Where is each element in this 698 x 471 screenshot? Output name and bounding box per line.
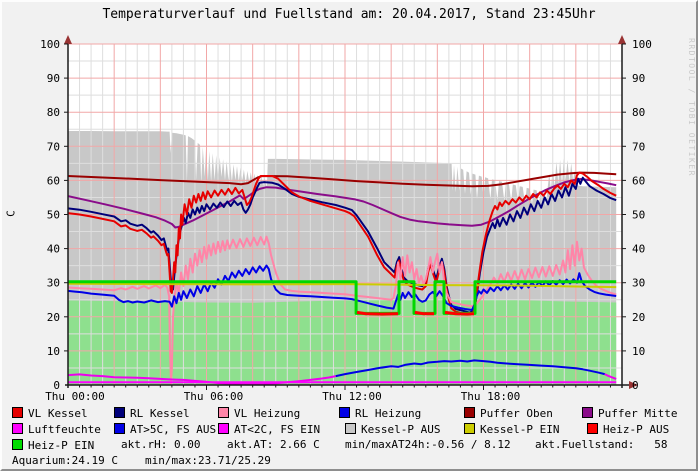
y-axis-label-left: 30: [47, 277, 60, 290]
y-axis-label-left: 90: [47, 72, 60, 85]
series-heiz-p-aus: [357, 312, 474, 314]
legend-label: Heiz-P AUS: [603, 423, 669, 436]
y-axis-left-arrow-icon: [64, 35, 72, 44]
legend-item: Puffer Mitte: [582, 406, 677, 419]
legend-label: Kessel-P EIN: [480, 423, 559, 436]
legend-item: Heiz-P AUS: [587, 422, 669, 435]
legend-item: Heiz-P EIN: [12, 438, 94, 451]
legend-item: Kessel-P EIN: [464, 422, 559, 435]
y-axis-label-right: 30: [632, 277, 645, 290]
legend-swatch-icon: [12, 407, 23, 418]
legend-swatch-icon: [114, 407, 125, 418]
legend-label: VL Kessel: [28, 407, 88, 420]
legend-swatch-icon: [345, 423, 356, 434]
area-aquarium: [68, 299, 616, 385]
x-axis-label: Thu 00:00: [45, 390, 105, 403]
legend-label: akt.Fuellstand: 58: [535, 438, 667, 451]
y-axis-label-left: 10: [47, 345, 60, 358]
legend-swatch-icon: [339, 407, 350, 418]
y-axis-label-right: 0: [632, 379, 639, 392]
legend-label: min/max:23.71/25.29: [145, 454, 271, 467]
legend-swatch-icon: [582, 407, 593, 418]
y-axis-label-left: 80: [47, 106, 60, 119]
y-axis-label-right: 60: [632, 174, 645, 187]
legend-item: Puffer Oben: [464, 406, 553, 419]
legend-stat: akt.rH: 0.00: [121, 438, 200, 451]
legend-item: VL Heizung: [218, 406, 300, 419]
legend-label: RL Kessel: [130, 407, 190, 420]
legend-item: Kessel-P AUS: [345, 422, 440, 435]
legend-swatch-icon: [464, 423, 475, 434]
legend-stat: min/maxAT24h:-0.56 / 8.12: [345, 438, 511, 451]
y-axis-label-left: 70: [47, 140, 60, 153]
legend-label: Puffer Oben: [480, 407, 553, 420]
y-axis-label-left: 50: [47, 209, 60, 222]
legend-swatch-icon: [587, 423, 598, 434]
legend-label: min/maxAT24h:-0.56 / 8.12: [345, 438, 511, 451]
legend-item: Luftfeuchte: [12, 422, 101, 435]
legend-item: AT>5C, FS AUS: [114, 422, 216, 435]
rrdtool-graph: Temperaturverlauf und Fuellstand am: 20.…: [0, 0, 698, 471]
y-axis-label-left: 20: [47, 311, 60, 324]
y-axis-label-right: 40: [632, 243, 645, 256]
y-axis-label-left: 40: [47, 243, 60, 256]
legend-swatch-icon: [12, 423, 23, 434]
legend-stat: Aquarium:24.19 C: [12, 454, 118, 467]
legend-item: RL Kessel: [114, 406, 190, 419]
y-axis-right-arrow-icon: [618, 35, 626, 44]
y-axis-label-left: 60: [47, 174, 60, 187]
legend-swatch-icon: [114, 423, 125, 434]
legend-label: VL Heizung: [234, 407, 300, 420]
legend-label: Aquarium:24.19 C: [12, 454, 118, 467]
y-axis-label-right: 80: [632, 106, 645, 119]
x-axis-label: Thu 12:00: [322, 390, 382, 403]
chart-canvas: 0010102020303040405050606070708080909010…: [2, 2, 698, 404]
y-axis-label-right: 70: [632, 140, 645, 153]
rrdtool-watermark: RRDTOOL / TOBI OETIKER: [687, 38, 696, 177]
x-axis-label: Thu 06:00: [184, 390, 244, 403]
legend-stat: akt.AT: 2.66 C: [227, 438, 320, 451]
legend-label: Luftfeuchte: [28, 423, 101, 436]
legend-stat: min/max:23.71/25.29: [145, 454, 271, 467]
legend-label: RL Heizung: [355, 407, 421, 420]
y-axis-label-right: 20: [632, 311, 645, 324]
legend-swatch-icon: [12, 439, 23, 450]
legend-item: RL Heizung: [339, 406, 421, 419]
y-axis-label-left: 100: [40, 38, 60, 51]
legend-swatch-icon: [218, 407, 229, 418]
legend-label: AT<2C, FS EIN: [234, 423, 320, 436]
y-axis-label-right: 50: [632, 209, 645, 222]
legend-item: AT<2C, FS EIN: [218, 422, 320, 435]
legend-label: AT>5C, FS AUS: [130, 423, 216, 436]
y-axis-label-right: 100: [632, 38, 652, 51]
legend-label: Kessel-P AUS: [361, 423, 440, 436]
legend-item: VL Kessel: [12, 406, 88, 419]
y-axis-label-right: 90: [632, 72, 645, 85]
legend-label: Puffer Mitte: [598, 407, 677, 420]
legend-label: akt.AT: 2.66 C: [227, 438, 320, 451]
legend-label: akt.rH: 0.00: [121, 438, 200, 451]
legend-label: Heiz-P EIN: [28, 439, 94, 452]
legend-swatch-icon: [218, 423, 229, 434]
y-axis-label-right: 10: [632, 345, 645, 358]
legend-swatch-icon: [464, 407, 475, 418]
legend-stat: akt.Fuellstand: 58: [535, 438, 667, 451]
x-axis-label: Thu 18:00: [461, 390, 521, 403]
